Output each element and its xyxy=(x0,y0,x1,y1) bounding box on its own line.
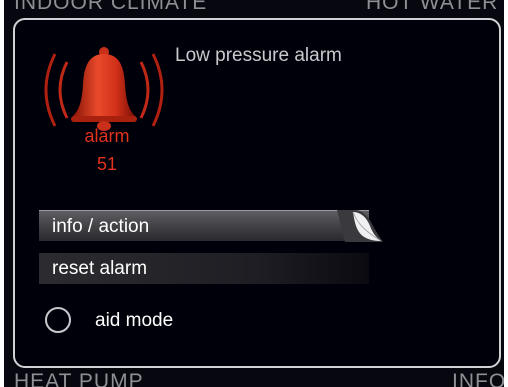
dialog-title: Low pressure alarm xyxy=(175,45,342,66)
menu-item-info-action[interactable]: info / action xyxy=(39,210,369,241)
display-screen: INDOOR CLIMATE HOT WATER HEAT PUMP INFO xyxy=(4,0,504,387)
alarm-number: 51 xyxy=(96,154,118,174)
bell-icon xyxy=(39,44,169,136)
bg-menu-heat-pump: HEAT PUMP xyxy=(14,370,144,387)
aid-mode-radio[interactable] xyxy=(45,307,71,333)
bg-menu-indoor-climate: INDOOR CLIMATE xyxy=(14,0,208,14)
menu-item-reset-alarm[interactable]: reset alarm xyxy=(39,253,369,284)
menu-item-reset-alarm-label: reset alarm xyxy=(52,258,148,279)
bg-menu-info: INFO xyxy=(452,370,504,387)
menu-item-info-action-label: info / action xyxy=(52,216,150,237)
page-curl-icon xyxy=(337,208,383,244)
aid-mode-label: aid mode xyxy=(95,310,174,331)
alarm-dialog: alarm 51 Low pressure alarm info / actio… xyxy=(13,18,501,368)
bg-menu-hot-water: HOT WATER xyxy=(366,0,499,14)
alarm-label: alarm xyxy=(84,126,130,146)
